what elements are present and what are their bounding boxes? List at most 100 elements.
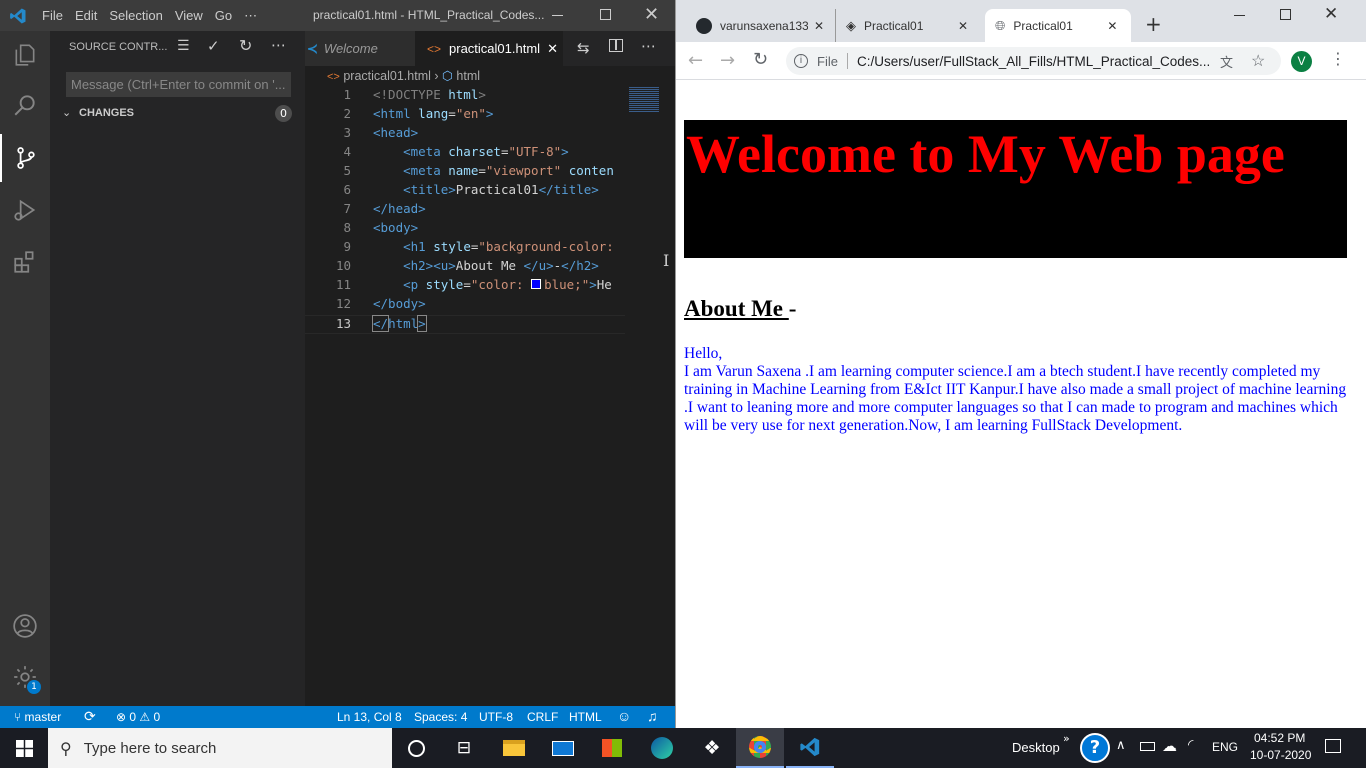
breadcrumb-file[interactable]: practical01.html — [343, 69, 431, 83]
help-icon[interactable]: ? — [1080, 733, 1110, 763]
search-icon[interactable] — [0, 81, 50, 129]
encoding[interactable]: UTF-8 — [479, 710, 513, 724]
cursor-position[interactable]: Ln 13, Col 8 — [337, 710, 402, 724]
profile-avatar[interactable]: V — [1291, 51, 1312, 72]
code-token: Practical01 — [455, 182, 539, 197]
forward-arrow-icon[interactable]: → — [720, 50, 735, 71]
extensions-icon[interactable] — [0, 238, 50, 286]
tab-practical01[interactable]: <> practical01.html ✕ — [415, 31, 563, 66]
close-tab-icon[interactable]: ✕ — [1107, 19, 1117, 33]
vscode-taskbar-icon[interactable] — [786, 728, 834, 768]
cortana-icon[interactable] — [392, 728, 440, 768]
editor-more-icon[interactable]: ⋯ — [641, 37, 656, 55]
chevron-down-icon[interactable]: ⌄ — [62, 106, 71, 119]
browser-tab-codepen[interactable]: ◈ Practical01 ✕ — [835, 9, 983, 42]
taskbar-search-box[interactable]: ⚲ Type here to search — [48, 728, 392, 768]
line-number: 6 — [343, 182, 351, 197]
code-token: style — [418, 277, 464, 292]
source-control-icon[interactable] — [0, 134, 50, 182]
view-as-tree-icon[interactable]: ☰ — [177, 38, 190, 54]
commit-message-input[interactable]: Message (Ctrl+Enter to commit on '... — [66, 72, 291, 97]
file-explorer-icon[interactable] — [490, 728, 538, 768]
address-bar[interactable]: i File C:/Users/user/FullStack_All_Fills… — [786, 47, 1281, 75]
mail-icon[interactable] — [539, 728, 587, 768]
settings-gear-icon[interactable]: 1 — [0, 653, 50, 701]
activity-bar: 1 — [0, 31, 50, 706]
task-view-icon[interactable]: ⊟ — [440, 728, 488, 768]
more-actions-icon[interactable]: ⋯ — [271, 36, 286, 54]
line-number: 4 — [343, 144, 351, 159]
menu-more[interactable]: ⋯ — [238, 8, 263, 24]
onedrive-cloud-icon[interactable]: ☁ — [1162, 737, 1177, 755]
menu-go[interactable]: Go — [209, 8, 238, 23]
language-mode[interactable]: HTML — [569, 710, 602, 724]
toolbar-chevron-icon[interactable]: » — [1063, 732, 1070, 745]
maximize-icon[interactable] — [600, 9, 611, 20]
breadcrumb-node[interactable]: html — [456, 69, 480, 83]
code-token: > — [589, 277, 597, 292]
edge-icon[interactable] — [638, 728, 686, 768]
battery-icon[interactable] — [1140, 742, 1155, 751]
language-indicator[interactable]: ENG — [1212, 740, 1238, 754]
back-arrow-icon[interactable]: ← — [688, 50, 703, 71]
notifications-bell-icon[interactable]: ♫ — [647, 708, 658, 724]
url-divider — [846, 53, 848, 69]
code-token: = — [478, 163, 486, 178]
end-of-line[interactable]: CRLF — [527, 710, 558, 724]
new-tab-icon[interactable]: + — [1145, 12, 1162, 36]
maximize-icon[interactable] — [1280, 9, 1291, 20]
minimize-icon[interactable] — [1234, 15, 1245, 16]
run-debug-icon[interactable] — [0, 186, 50, 234]
commit-check-icon[interactable]: ✓ — [207, 37, 220, 55]
code-token: conten — [561, 163, 614, 178]
reload-icon[interactable]: ↻ — [753, 49, 768, 70]
taskbar-search-placeholder: Type here to search — [83, 739, 217, 757]
bookmark-star-icon[interactable]: ☆ — [1251, 51, 1265, 71]
browser-tab-github[interactable]: varunsaxena133 ✕ — [684, 9, 834, 42]
translate-icon[interactable]: 文 — [1220, 52, 1233, 71]
minimize-icon[interactable] — [552, 15, 563, 16]
close-window-icon[interactable]: ✕ — [1324, 4, 1338, 24]
split-editor-icon[interactable] — [609, 39, 623, 52]
code-token: html — [440, 87, 479, 102]
dropbox-icon[interactable]: ❖ — [688, 728, 736, 768]
tab-welcome[interactable]: ≺ Welcome — [305, 31, 415, 66]
accounts-icon[interactable] — [0, 602, 50, 650]
wifi-icon[interactable]: ◜ — [1188, 737, 1193, 753]
info-icon: i — [794, 54, 808, 68]
show-hidden-icons-chevron-icon[interactable]: ∧ — [1116, 738, 1126, 753]
browser-tab-active[interactable]: 🌐︎ Practical01 ✕ — [985, 9, 1131, 42]
refresh-icon[interactable]: ↻ — [239, 36, 252, 55]
clock-time[interactable]: 04:52 PM — [1254, 731, 1305, 745]
chrome-taskbar-icon[interactable] — [736, 728, 784, 768]
problems-status[interactable]: ⊗ 0 ⚠ 0 — [116, 710, 160, 724]
window-title: practical01.html - HTML_Practical_Codes.… — [313, 8, 545, 22]
menu-edit[interactable]: Edit — [69, 8, 103, 23]
menu-view[interactable]: View — [169, 8, 209, 23]
changes-header[interactable]: CHANGES — [79, 107, 134, 119]
code-token: </title> — [538, 182, 599, 197]
desktop-label[interactable]: Desktop — [1012, 740, 1060, 755]
close-tab-icon[interactable]: ✕ — [547, 41, 558, 57]
color-swatch[interactable] — [531, 279, 542, 289]
indentation[interactable]: Spaces: 4 — [414, 710, 467, 724]
close-tab-icon[interactable]: ✕ — [958, 19, 968, 33]
browser-menu-icon[interactable]: ⋮ — [1330, 49, 1346, 68]
store-icon[interactable] — [588, 728, 636, 768]
explorer-icon[interactable] — [0, 31, 50, 79]
code-line: 9 <h1 style="background-color: — [305, 239, 625, 258]
menu-file[interactable]: File — [36, 8, 69, 23]
action-center-icon[interactable] — [1325, 739, 1341, 753]
feedback-icon[interactable]: ☺ — [617, 708, 631, 724]
code-editor[interactable]: 1 <!DOCTYPE html> 2 <html lang="en"> 3 <hea… — [305, 87, 625, 334]
clock-date[interactable]: 10-07-2020 — [1250, 748, 1311, 762]
branch-status[interactable]: ⑂ master — [14, 710, 61, 724]
start-windows-icon[interactable] — [0, 728, 48, 768]
sync-icon[interactable]: ⟳ — [84, 708, 96, 725]
vscode-logo-icon — [0, 0, 36, 31]
close-tab-icon[interactable]: ✕ — [814, 19, 824, 33]
minimap[interactable] — [621, 87, 661, 706]
open-changes-icon[interactable]: ⇆ — [577, 39, 590, 57]
close-window-icon[interactable]: ✕ — [644, 4, 659, 25]
menu-selection[interactable]: Selection — [103, 8, 168, 23]
